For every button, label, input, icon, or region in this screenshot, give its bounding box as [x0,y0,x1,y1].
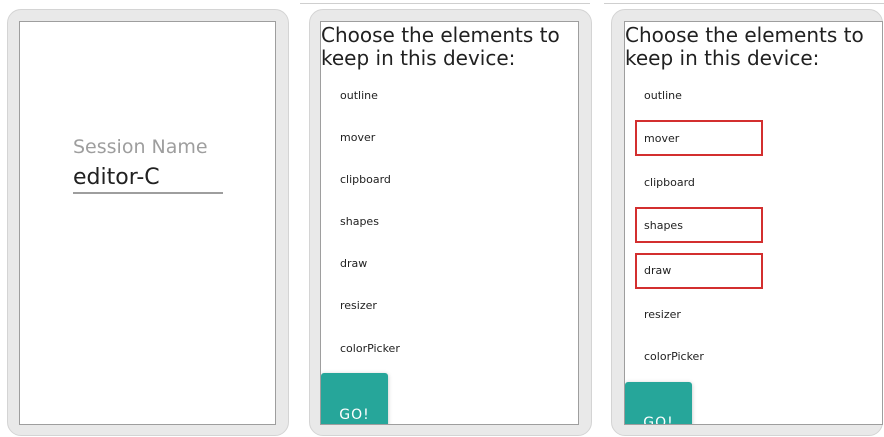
element-item-resizer[interactable]: resizer [340,299,377,312]
go-button[interactable]: GO! [321,373,388,424]
element-item-draw[interactable]: draw [644,264,671,277]
element-item-mover[interactable]: mover [340,131,375,144]
session-name-label: Session Name [73,136,208,158]
element-item-resizer[interactable]: resizer [644,308,681,321]
element-item-mover[interactable]: mover [644,132,679,145]
element-picker-screen: Choose the elements to keep in this devi… [320,21,579,425]
element-item-clipboard[interactable]: clipboard [644,176,695,189]
element-item-colorpicker[interactable]: colorPicker [644,350,704,363]
separator-line [300,3,590,4]
picker-heading: Choose the elements to keep in this devi… [625,23,864,70]
element-item-shapes[interactable]: shapes [340,215,379,228]
element-item-outline[interactable]: outline [340,89,378,102]
element-item-colorpicker[interactable]: colorPicker [340,342,400,355]
element-item-draw[interactable]: draw [340,257,367,270]
element-picker-screen-selected: Choose the elements to keep in this devi… [624,21,883,425]
go-button[interactable]: GO! [625,382,692,424]
element-item-outline[interactable]: outline [644,89,682,102]
session-name-input[interactable] [73,162,223,194]
element-item-shapes[interactable]: shapes [644,219,683,232]
picker-heading: Choose the elements to keep in this devi… [321,23,560,70]
separator-line [604,3,884,4]
element-item-clipboard[interactable]: clipboard [340,173,391,186]
session-screen: Session Name [19,21,276,425]
